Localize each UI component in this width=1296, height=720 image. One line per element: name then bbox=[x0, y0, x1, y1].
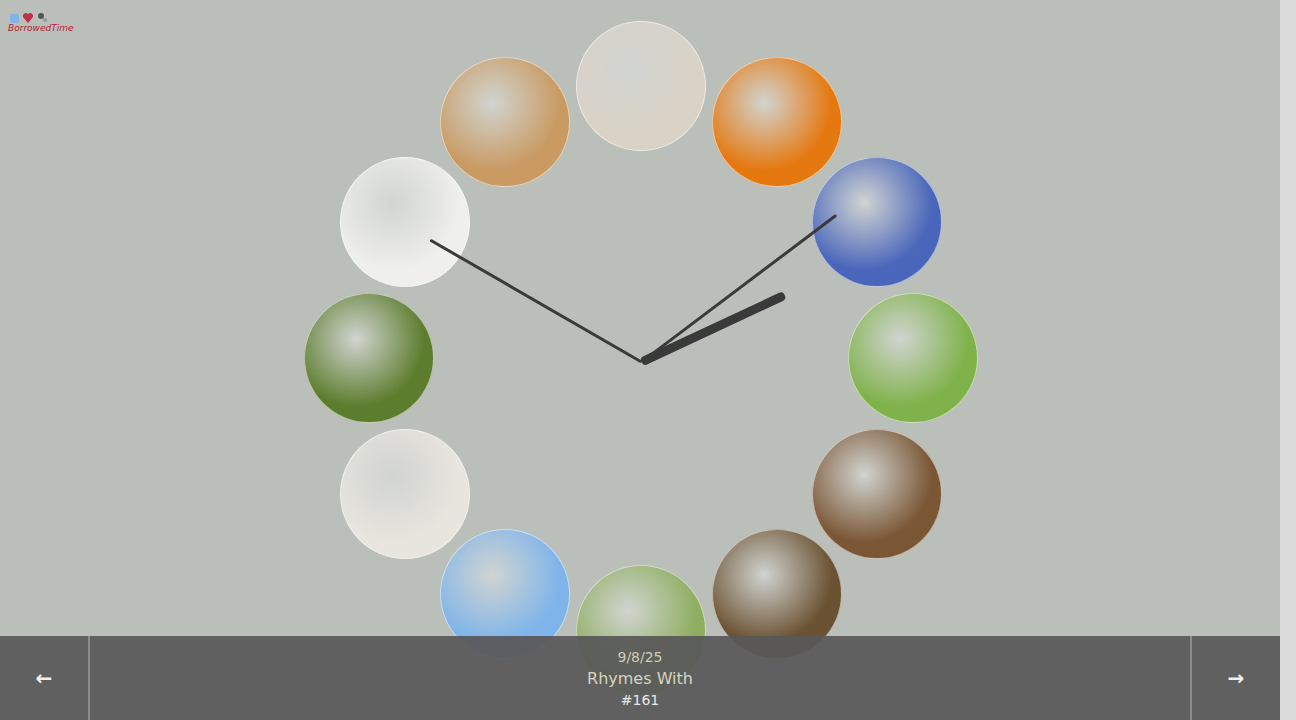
picture-tile[interactable] bbox=[812, 429, 942, 559]
puzzle-date: 9/8/25 bbox=[617, 649, 662, 665]
next-arrow-icon: → bbox=[1228, 666, 1245, 690]
puzzle-info: 9/8/25 Rhymes With #161 bbox=[90, 636, 1190, 720]
picture-tile[interactable] bbox=[340, 429, 470, 559]
scrollbar[interactable] bbox=[1280, 0, 1296, 720]
logo[interactable]: BorrowedTime bbox=[8, 10, 74, 34]
logo-text: BorrowedTime bbox=[8, 24, 74, 34]
picture-tile[interactable] bbox=[576, 21, 706, 151]
minute-hand bbox=[640, 214, 837, 363]
picture-tile[interactable] bbox=[304, 293, 434, 423]
picture-tile[interactable] bbox=[812, 157, 942, 287]
next-button[interactable]: → bbox=[1190, 636, 1280, 720]
footer-bar: ← 9/8/25 Rhymes With #161 → bbox=[0, 636, 1280, 720]
logo-icon bbox=[8, 10, 48, 24]
picture-tile[interactable] bbox=[340, 157, 470, 287]
second-hand bbox=[429, 239, 642, 364]
hour-hand bbox=[639, 291, 786, 366]
puzzle-title: Rhymes With bbox=[587, 669, 693, 688]
main-column: BorrowedTime ← 9/8/25 Rhymes With #161 → bbox=[0, 0, 1280, 720]
picture-tile[interactable] bbox=[848, 293, 978, 423]
previous-arrow-icon: ← bbox=[36, 666, 53, 690]
picture-tile[interactable] bbox=[440, 57, 570, 187]
game-page: BorrowedTime ← 9/8/25 Rhymes With #161 → bbox=[0, 0, 1296, 720]
clock-face: BorrowedTime bbox=[0, 0, 1280, 636]
puzzle-number: #161 bbox=[621, 692, 659, 708]
picture-tile[interactable] bbox=[712, 57, 842, 187]
previous-button[interactable]: ← bbox=[0, 636, 90, 720]
